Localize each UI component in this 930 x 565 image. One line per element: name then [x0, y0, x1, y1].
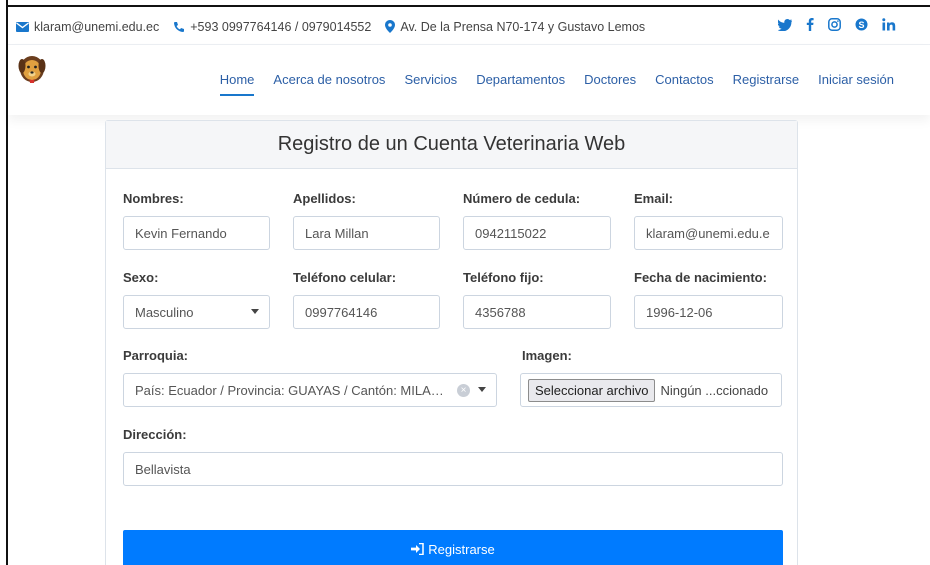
- topbar-phone-text: +593 0997764146 / 0979014552: [190, 19, 372, 34]
- nav-contactos[interactable]: Contactos: [655, 72, 714, 96]
- imagen-file-input[interactable]: Seleccionar archivo Ningún ...ccionado: [520, 373, 782, 407]
- instagram-icon[interactable]: [828, 18, 841, 31]
- nav-home[interactable]: Home: [219, 72, 255, 96]
- nombres-input[interactable]: Kevin Fernando: [123, 216, 270, 250]
- sign-in-icon: [411, 543, 425, 555]
- nombres-label: Nombres:: [123, 191, 184, 206]
- celular-input[interactable]: 0997764146: [293, 295, 440, 329]
- direccion-input[interactable]: Bellavista: [123, 452, 783, 486]
- topbar-phone[interactable]: +593 0997764146 / 0979014552: [173, 20, 371, 34]
- register-button-label: Registrarse: [428, 541, 495, 557]
- nav-doctores[interactable]: Doctores: [584, 72, 636, 96]
- registration-card: Registro de un Cuenta Veterinaria Web No…: [105, 120, 798, 565]
- main-nav: Home Acerca de nosotros Servicios Depart…: [219, 72, 894, 96]
- dog-logo-icon[interactable]: [18, 53, 46, 85]
- celular-label: Teléfono celular:: [293, 270, 397, 285]
- nav-iniciar-sesion[interactable]: Iniciar sesión: [818, 72, 894, 96]
- file-status-text: Ningún ...ccionado: [660, 382, 769, 398]
- fijo-label: Teléfono fijo:: [463, 270, 544, 285]
- topbar-email[interactable]: klaram@unemi.edu.ec: [16, 20, 159, 34]
- twitter-icon[interactable]: [778, 18, 792, 31]
- window-left-border: [0, 0, 8, 565]
- cedula-input[interactable]: 0942115022: [463, 216, 611, 250]
- nacimiento-label: Fecha de nacimiento:: [634, 270, 767, 285]
- svg-text:S: S: [858, 20, 864, 30]
- parroquia-label: Parroquia:: [123, 348, 189, 363]
- direccion-label: Dirección:: [123, 427, 187, 442]
- select-file-button[interactable]: Seleccionar archivo: [528, 378, 656, 402]
- chevron-down-icon: [478, 387, 486, 392]
- envelope-icon: [16, 21, 29, 32]
- chevron-down-icon: [251, 309, 259, 314]
- sexo-selected-value: Masculino: [135, 304, 194, 320]
- linkedin-icon[interactable]: [882, 18, 896, 31]
- main-navbar: Home Acerca de nosotros Servicios Depart…: [8, 45, 930, 115]
- nav-registrarse[interactable]: Registrarse: [733, 72, 799, 96]
- map-marker-icon: [385, 20, 396, 33]
- cedula-label: Número de cedula:: [463, 191, 581, 206]
- facebook-icon[interactable]: [806, 18, 814, 31]
- topbar: klaram@unemi.edu.ec +593 0997764146 / 09…: [8, 9, 930, 45]
- card-title: Registro de un Cuenta Veterinaria Web: [106, 121, 797, 169]
- parroquia-selected-value: País: Ecuador / Provincia: GUAYAS / Cant…: [135, 382, 452, 398]
- phone-icon: [174, 21, 185, 32]
- register-button[interactable]: Registrarse: [123, 530, 783, 565]
- skype-icon[interactable]: S: [855, 18, 868, 31]
- nav-acerca[interactable]: Acerca de nosotros: [273, 72, 385, 96]
- nav-servicios[interactable]: Servicios: [404, 72, 457, 96]
- topbar-address[interactable]: Av. De la Prensa N70-174 y Gustavo Lemos: [385, 20, 645, 34]
- topbar-address-text: Av. De la Prensa N70-174 y Gustavo Lemos: [400, 19, 646, 34]
- apellidos-label: Apellidos:: [293, 191, 356, 206]
- email-label: Email:: [634, 191, 674, 206]
- parroquia-select[interactable]: País: Ecuador / Provincia: GUAYAS / Cant…: [123, 373, 497, 407]
- nav-departamentos[interactable]: Departamentos: [476, 72, 565, 96]
- social-links: S: [778, 18, 896, 31]
- imagen-label: Imagen:: [522, 348, 572, 363]
- apellidos-input[interactable]: Lara Millan: [293, 216, 440, 250]
- topbar-email-text: klaram@unemi.edu.ec: [34, 19, 160, 34]
- clear-icon[interactable]: ×: [457, 384, 470, 397]
- fijo-input[interactable]: 4356788: [463, 295, 611, 329]
- sexo-select[interactable]: Masculino: [123, 295, 270, 329]
- window-top-border: [0, 0, 930, 7]
- sexo-label: Sexo:: [123, 270, 159, 285]
- email-input[interactable]: klaram@unemi.edu.e: [634, 216, 783, 250]
- nacimiento-input[interactable]: 1996-12-06: [634, 295, 783, 329]
